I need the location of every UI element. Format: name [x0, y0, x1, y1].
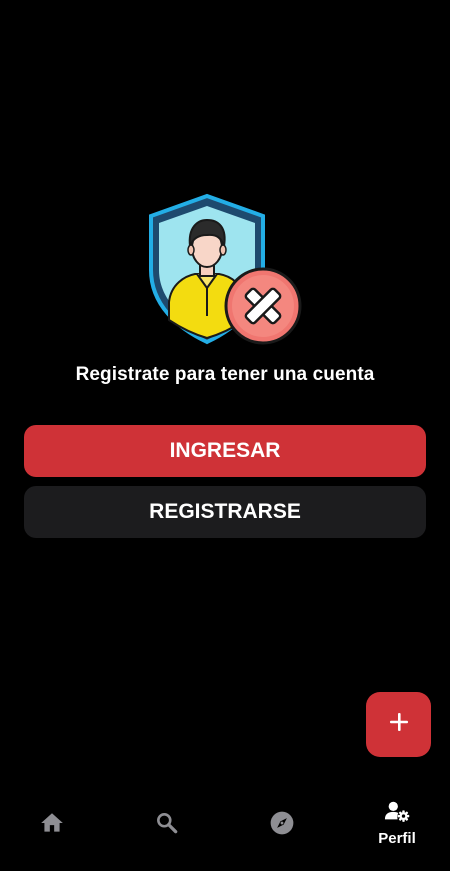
user-gear-icon — [384, 798, 410, 824]
tab-home[interactable] — [0, 790, 108, 871]
user-shield-denied-icon — [145, 192, 305, 347]
page-headline: Registrate para tener una cuenta — [75, 364, 375, 385]
login-button-label: INGRESAR — [169, 439, 281, 462]
add-button[interactable] — [366, 692, 431, 757]
bottom-tab-bar: Perfil — [0, 790, 450, 871]
home-icon — [39, 810, 65, 836]
register-button-label: REGISTRARSE — [149, 500, 301, 523]
tab-explore[interactable] — [226, 790, 338, 871]
tab-profile-label: Perfil — [378, 830, 416, 847]
login-button[interactable]: INGRESAR — [24, 425, 426, 477]
tab-profile[interactable]: Perfil — [341, 790, 450, 871]
register-button[interactable]: REGISTRARSE — [24, 486, 426, 538]
tab-search[interactable] — [111, 790, 223, 871]
plus-icon — [388, 711, 410, 738]
compass-icon — [269, 810, 295, 836]
search-icon — [154, 810, 180, 836]
